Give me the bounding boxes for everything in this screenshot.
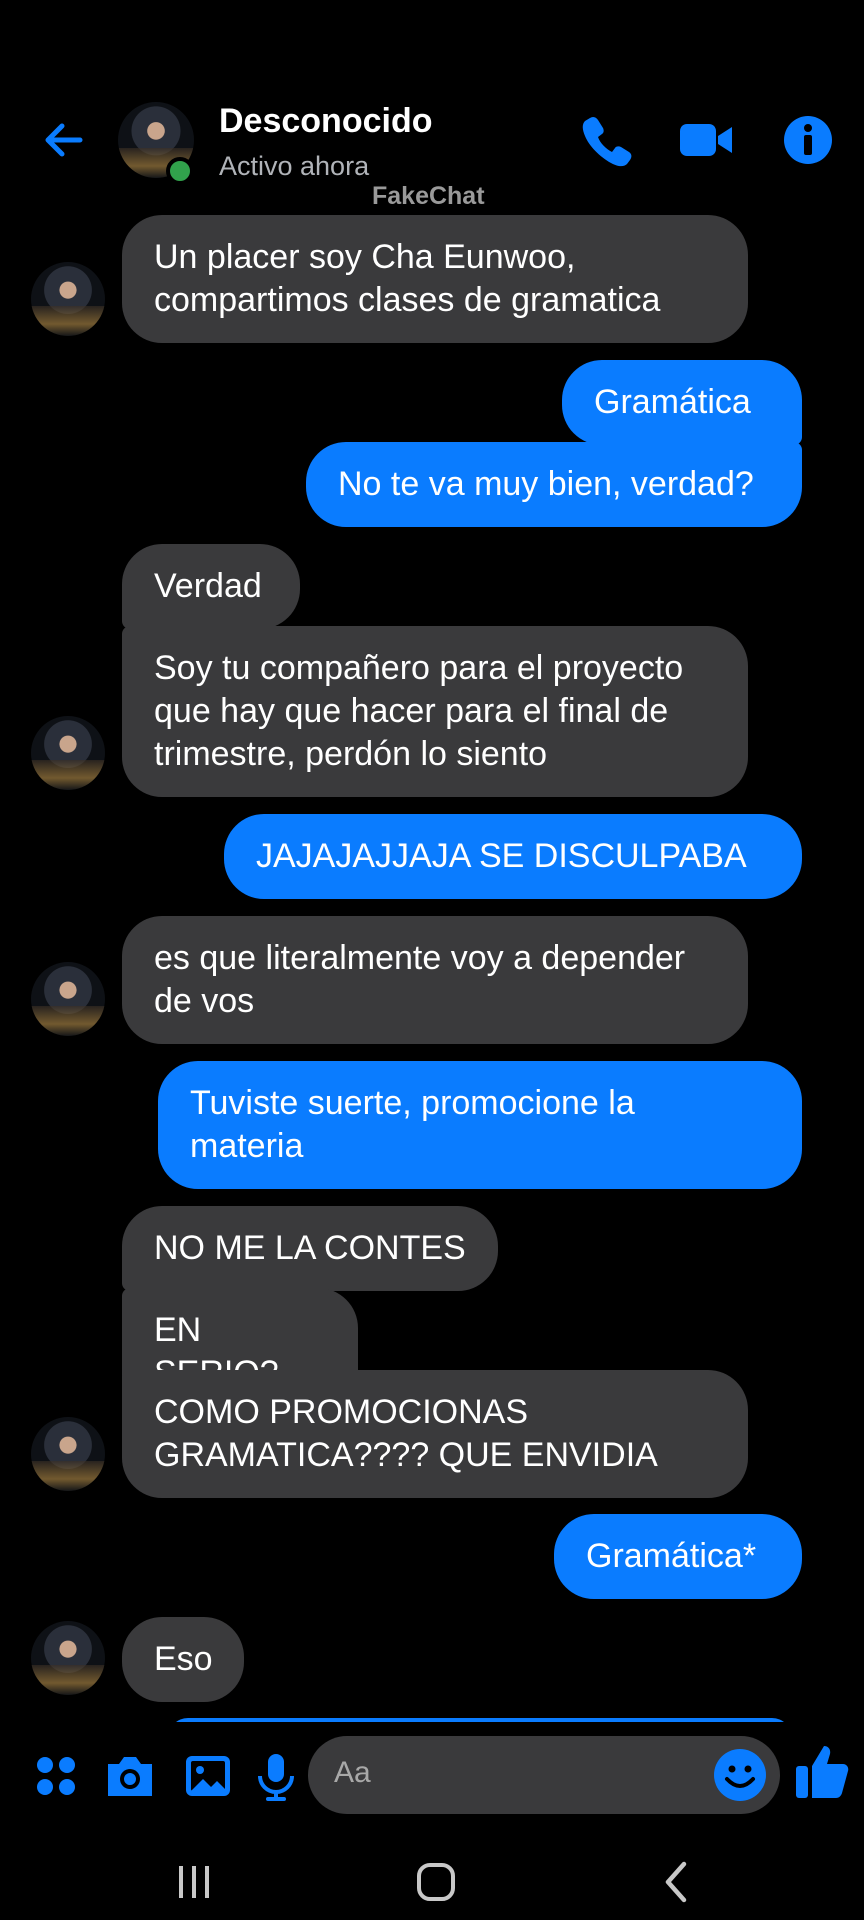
contact-avatar-small[interactable] <box>31 262 105 336</box>
message-list[interactable]: Un placer soy Cha Eunwoo, compartimos cl… <box>0 200 864 1722</box>
system-navigation-bar <box>0 1842 864 1920</box>
outgoing-message[interactable]: Tuviste suerte, promocione la materia <box>158 1061 802 1189</box>
message-input[interactable]: Aa <box>308 1736 780 1814</box>
message-composer: Aa <box>0 1722 864 1842</box>
apps-icon[interactable] <box>26 1746 86 1806</box>
outgoing-message[interactable]: Gramática* <box>554 1514 802 1599</box>
incoming-message[interactable]: Verdad <box>122 544 300 629</box>
incoming-message[interactable]: Eso <box>122 1617 244 1702</box>
gallery-icon[interactable] <box>178 1746 238 1806</box>
contact-avatar-small[interactable] <box>31 716 105 790</box>
incoming-message[interactable]: Soy tu compañero para el proyecto que ha… <box>122 626 748 797</box>
back-arrow-icon[interactable] <box>40 116 88 164</box>
chat-header: Desconocido Activo ahora FakeChat <box>0 0 864 210</box>
incoming-message[interactable]: COMO PROMOCIONAS GRAMATICA???? QUE ENVID… <box>122 1370 748 1498</box>
emoji-icon[interactable] <box>712 1747 768 1803</box>
contact-avatar-small[interactable] <box>31 1621 105 1695</box>
contact-avatar-small[interactable] <box>31 1417 105 1491</box>
thumbs-up-icon[interactable] <box>792 1740 852 1804</box>
outgoing-message[interactable]: No te va muy bien, verdad? <box>306 442 802 527</box>
incoming-message[interactable]: NO ME LA CONTES <box>122 1206 498 1291</box>
info-icon[interactable] <box>778 112 838 168</box>
outgoing-message[interactable]: JAJAJAJJAJA SE DISCULPABA <box>224 814 802 899</box>
incoming-message[interactable]: Un placer soy Cha Eunwoo, compartimos cl… <box>122 215 748 343</box>
incoming-message[interactable]: es que literalmente voy a depender de vo… <box>122 916 748 1044</box>
back-nav-icon[interactable] <box>652 1856 704 1908</box>
contact-status: Activo ahora <box>219 151 370 181</box>
video-camera-icon[interactable] <box>676 112 736 168</box>
online-status-indicator <box>166 157 194 185</box>
microphone-icon[interactable] <box>246 1746 306 1806</box>
home-icon[interactable] <box>410 1856 462 1908</box>
camera-icon[interactable] <box>100 1746 160 1806</box>
recent-apps-icon[interactable] <box>168 1856 220 1908</box>
contact-name[interactable]: Desconocido <box>219 102 432 141</box>
message-input-placeholder: Aa <box>334 1756 371 1789</box>
phone-icon[interactable] <box>576 112 636 168</box>
outgoing-message[interactable]: Gramática <box>562 360 802 445</box>
contact-avatar-small[interactable] <box>31 962 105 1036</box>
